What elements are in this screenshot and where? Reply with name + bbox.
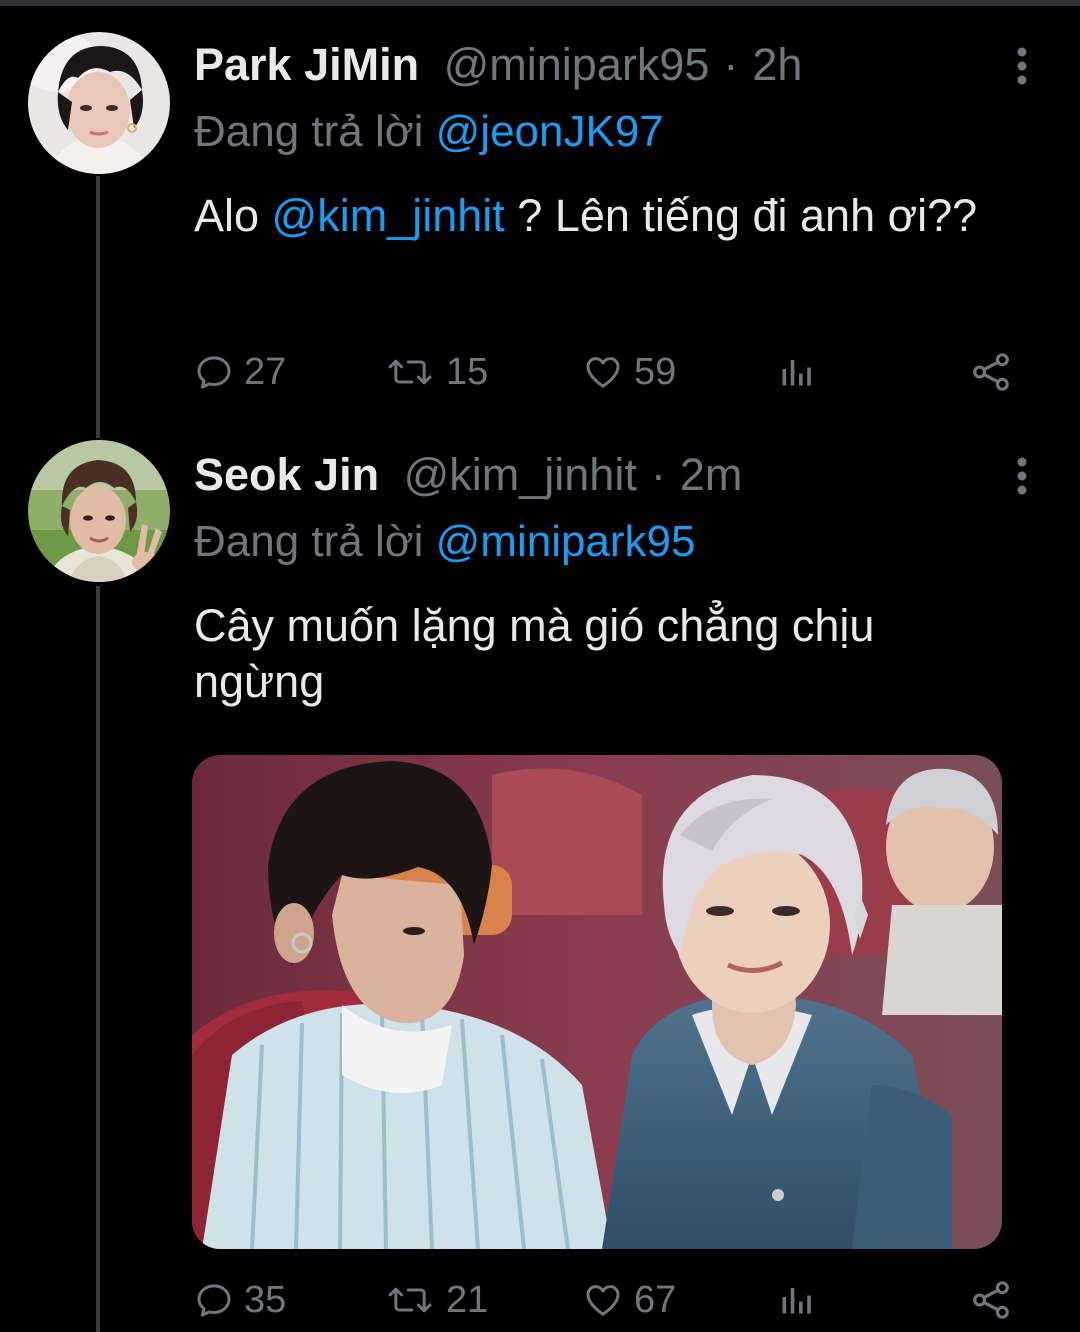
reply-count: 35 [244, 1278, 287, 1321]
like-icon [586, 1285, 620, 1316]
tweet-header: Seok Jin @kim_jinhit · 2m [194, 446, 742, 504]
share-icon [973, 353, 1009, 391]
retweet-icon [388, 359, 432, 385]
timestamp[interactable]: 2h [752, 39, 802, 90]
reply-icon [197, 1284, 231, 1317]
reply-count: 27 [244, 350, 287, 393]
like-button[interactable]: 59 [582, 347, 676, 397]
display-name[interactable]: Seok Jin [194, 449, 379, 500]
separator-dot: · [650, 449, 666, 500]
handle[interactable]: @kim_jinhit [404, 449, 637, 500]
replying-to: Đang trả lời @jeonJK97 [194, 104, 664, 160]
more-icon [1017, 47, 1027, 85]
reply-button[interactable]: 35 [194, 1275, 286, 1325]
like-button[interactable]: 67 [582, 1275, 676, 1325]
analytics-button[interactable] [778, 347, 824, 397]
tweet-actions: 27 15 59 [194, 347, 1024, 397]
replying-to: Đang trả lời @minipark95 [194, 514, 696, 570]
avatar[interactable] [28, 32, 170, 174]
analytics-icon [782, 360, 811, 386]
handle[interactable]: @minipark95 [444, 39, 710, 90]
tweet-header: Park JiMin @minipark95 · 2h [194, 36, 802, 94]
retweet-button[interactable]: 15 [384, 347, 488, 397]
like-count: 59 [634, 350, 677, 393]
avatar[interactable] [28, 440, 170, 582]
reply-button[interactable]: 27 [194, 347, 286, 397]
timestamp[interactable]: 2m [680, 449, 743, 500]
more-options-button[interactable] [1000, 454, 1044, 498]
retweet-count: 15 [446, 350, 489, 393]
more-icon [1017, 457, 1027, 495]
tweet-text-part: Alo [194, 190, 272, 241]
like-count: 67 [634, 1278, 677, 1321]
share-button[interactable] [970, 347, 1022, 397]
share-button[interactable] [970, 1275, 1022, 1325]
share-icon [973, 1281, 1009, 1319]
tweet-text: Alo @kim_jinhit ? Lên tiếng đi anh ơi?? [194, 188, 1014, 244]
replying-to-link[interactable]: @minipark95 [436, 517, 696, 566]
tweet-seok-jin[interactable]: Seok Jin @kim_jinhit · 2m Đang trả lời @mi… [0, 440, 1080, 1332]
tweet-actions: 35 21 67 [194, 1275, 1024, 1325]
tweet-text-part: ? Lên tiếng đi anh ơi?? [504, 190, 978, 241]
reply-icon [197, 356, 231, 389]
analytics-button[interactable] [778, 1275, 824, 1325]
replying-to-link[interactable]: @jeonJK97 [436, 107, 664, 156]
tweet-media-image[interactable] [192, 755, 1002, 1249]
avatar-photo [28, 32, 170, 174]
retweet-icon [388, 1287, 432, 1313]
like-icon [586, 357, 620, 388]
display-name[interactable]: Park JiMin [194, 39, 419, 90]
separator-dot: · [723, 39, 739, 90]
mention-link[interactable]: @kim_jinhit [272, 190, 505, 241]
tweet-text: Cây muốn lặng mà gió chẳng chịu ngừng [194, 600, 875, 707]
analytics-icon [782, 1288, 811, 1314]
replying-to-label: Đang trả lời [194, 517, 424, 566]
replying-to-label: Đang trả lời [194, 107, 424, 156]
media-photo [192, 755, 1002, 1249]
avatar-photo [28, 440, 170, 582]
tweet-park-jimin[interactable]: Park JiMin @minipark95 · 2h Đang trả lời @… [0, 0, 1080, 440]
retweet-button[interactable]: 21 [384, 1275, 488, 1325]
more-options-button[interactable] [1000, 44, 1044, 88]
retweet-count: 21 [446, 1278, 489, 1321]
